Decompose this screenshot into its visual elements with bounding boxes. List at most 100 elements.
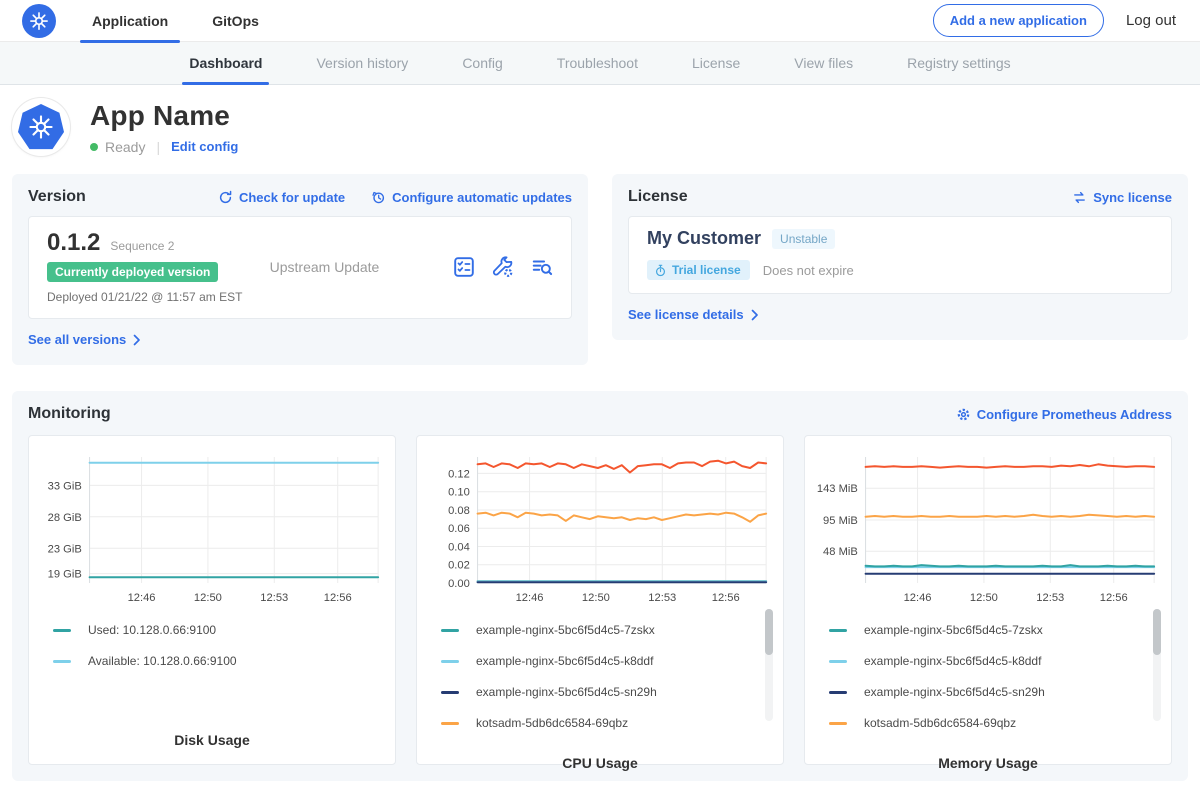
helm-wheel-icon: [29, 11, 49, 31]
monitoring-header: Monitoring Configure Prometheus Address: [28, 405, 1172, 423]
version-panel-header: Version Check for update Configure au: [28, 188, 572, 206]
scrollbar-thumb[interactable]: [1153, 609, 1161, 655]
svg-text:12:50: 12:50: [582, 592, 610, 604]
sync-arrows-icon: [1072, 190, 1087, 205]
legend-color-dash: [441, 660, 459, 663]
svg-text:12:56: 12:56: [1100, 592, 1128, 604]
tab-label: View files: [794, 55, 853, 71]
tab-label: Config: [462, 55, 502, 71]
cpu-usage-legend: example-nginx-5bc6f5d4c5-7zskxexample-ng…: [425, 607, 775, 747]
tab-view-files[interactable]: View files: [767, 42, 880, 84]
see-license-details-link[interactable]: See license details: [628, 307, 759, 322]
disk-usage-legend: Used: 10.128.0.66:9100Available: 10.128.…: [37, 607, 387, 724]
chart-title: Memory Usage: [813, 747, 1163, 781]
helm-wheel-icon: [28, 114, 54, 140]
legend-item: example-nginx-5bc6f5d4c5-7zskx: [829, 623, 1149, 637]
customer-row: My Customer Unstable: [647, 228, 1153, 249]
stopwatch-icon: [654, 264, 667, 277]
legend-label: example-nginx-5bc6f5d4c5-k8ddf: [476, 654, 653, 668]
legend-item: example-nginx-5bc6f5d4c5-sn29h: [441, 685, 761, 699]
legend-color-dash: [53, 660, 71, 663]
legend-scrollbar[interactable]: [765, 609, 773, 721]
svg-text:12:50: 12:50: [194, 592, 222, 604]
nav-tab-gitops[interactable]: GitOps: [212, 0, 259, 42]
svg-text:0.04: 0.04: [448, 541, 470, 553]
current-version-card: 0.1.2 Sequence 2 Currently deployed vers…: [28, 216, 572, 319]
app-sub-nav: Dashboard Version history Config Trouble…: [0, 42, 1200, 85]
sequence-label: Sequence 2: [110, 239, 174, 253]
check-for-update-link[interactable]: Check for update: [218, 190, 345, 205]
chevron-right-icon: [133, 334, 141, 346]
charts-row: 12:4612:5012:5312:5633 GiB28 GiB23 GiB19…: [28, 435, 1172, 765]
configure-automatic-updates-link[interactable]: Configure automatic updates: [371, 190, 572, 205]
legend-color-dash: [441, 629, 459, 632]
legend-item: Used: 10.128.0.66:9100: [53, 623, 373, 637]
legend-color-dash: [829, 660, 847, 663]
legend-color-dash: [829, 691, 847, 694]
license-panel-header: License Sync license: [628, 188, 1172, 206]
tab-label: Dashboard: [189, 55, 262, 71]
link-label: See license details: [628, 307, 744, 322]
tab-label: Troubleshoot: [557, 55, 638, 71]
tab-license[interactable]: License: [665, 42, 767, 84]
add-application-button[interactable]: Add a new application: [933, 4, 1104, 37]
svg-text:0.10: 0.10: [448, 487, 470, 499]
svg-text:28 GiB: 28 GiB: [48, 512, 82, 524]
channel-badge: Unstable: [772, 229, 835, 249]
logout-link[interactable]: Log out: [1126, 12, 1176, 29]
badge-label: Trial license: [672, 263, 741, 277]
line-chart-svg: 12:4612:5012:5312:560.120.100.080.060.04…: [429, 449, 771, 607]
app-status-row: Ready | Edit config: [90, 139, 238, 155]
kubernetes-logo[interactable]: [22, 4, 56, 38]
svg-text:0.00: 0.00: [448, 578, 470, 590]
monitoring-title: Monitoring: [28, 405, 956, 423]
upstream-update-label: Upstream Update: [270, 259, 453, 275]
page-title: App Name: [90, 100, 238, 132]
tab-version-history[interactable]: Version history: [289, 42, 435, 84]
legend-label: example-nginx-5bc6f5d4c5-sn29h: [476, 685, 657, 699]
configure-prometheus-link[interactable]: Configure Prometheus Address: [956, 407, 1172, 422]
link-label: Configure Prometheus Address: [977, 407, 1172, 422]
deployed-badge: Currently deployed version: [47, 262, 218, 282]
nav-tab-label: Application: [92, 13, 168, 29]
version-action-icons: [453, 256, 553, 278]
version-header-links: Check for update Configure automatic upd…: [218, 190, 572, 205]
svg-text:12:46: 12:46: [904, 592, 932, 604]
tab-registry-settings[interactable]: Registry settings: [880, 42, 1037, 84]
memory-usage-chart: 12:4612:5012:5312:56143 MiB95 MiB48 MiB: [813, 449, 1163, 607]
config-tools-icon[interactable]: [492, 256, 514, 278]
clock-refresh-icon: [371, 190, 386, 205]
version-title: Version: [28, 188, 218, 206]
nav-tab-application[interactable]: Application: [92, 0, 168, 42]
legend-item: kotsadm-5db6dc6584-69qbz: [441, 716, 761, 730]
nav-tab-label: GitOps: [212, 13, 259, 29]
legend-color-dash: [441, 691, 459, 694]
deploy-logs-icon[interactable]: [531, 256, 553, 278]
legend-scrollbar[interactable]: [1153, 609, 1161, 721]
ready-status-dot: [90, 143, 98, 151]
svg-text:0.08: 0.08: [448, 505, 470, 517]
version-line: 0.1.2 Sequence 2: [47, 229, 270, 257]
divider: |: [156, 139, 160, 155]
preflight-checks-icon[interactable]: [453, 256, 475, 278]
version-panel: Version Check for update Configure au: [12, 174, 588, 365]
sync-license-link[interactable]: Sync license: [1072, 190, 1172, 205]
legend-label: example-nginx-5bc6f5d4c5-k8ddf: [864, 654, 1041, 668]
svg-text:23 GiB: 23 GiB: [48, 543, 82, 555]
tab-troubleshoot[interactable]: Troubleshoot: [530, 42, 665, 84]
edit-config-link[interactable]: Edit config: [171, 139, 238, 154]
scrollbar-thumb[interactable]: [765, 609, 773, 655]
legend-item: example-nginx-5bc6f5d4c5-sn29h: [829, 685, 1149, 699]
monitoring-panel: Monitoring Configure Prometheus Address …: [12, 391, 1188, 781]
legend-color-dash: [829, 629, 847, 632]
version-number: 0.1.2: [47, 229, 100, 257]
link-label: Sync license: [1093, 190, 1172, 205]
license-expiry: Does not expire: [763, 263, 854, 278]
tab-dashboard[interactable]: Dashboard: [162, 42, 289, 84]
license-title: License: [628, 188, 1072, 206]
svg-text:12:46: 12:46: [128, 592, 156, 604]
see-all-versions-link[interactable]: See all versions: [28, 332, 141, 347]
tab-config[interactable]: Config: [435, 42, 529, 84]
svg-text:12:53: 12:53: [260, 592, 288, 604]
license-summary-card: My Customer Unstable Trial license Does …: [628, 216, 1172, 294]
